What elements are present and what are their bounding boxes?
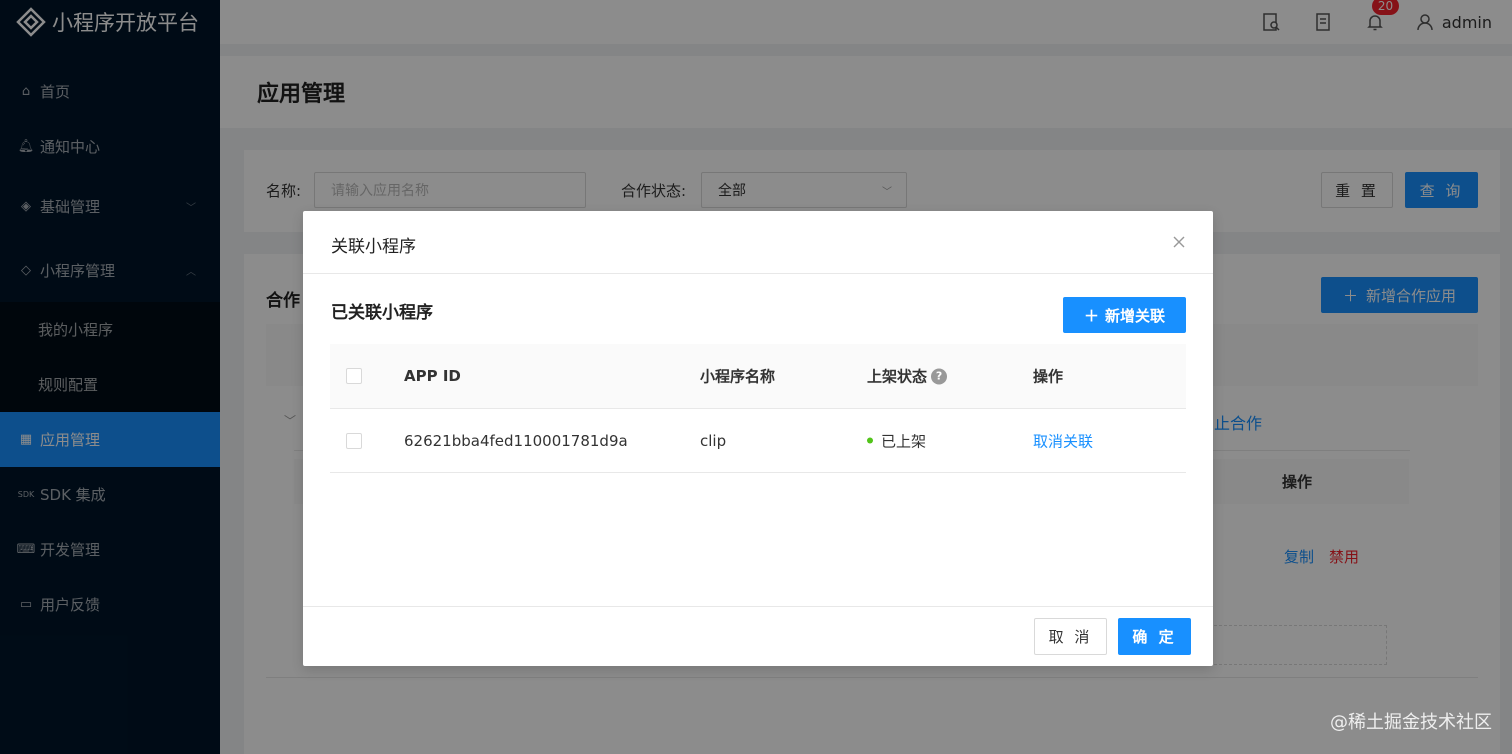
row-checkbox[interactable] [346, 432, 362, 449]
modal-title: 关联小程序 [331, 237, 416, 257]
column-header-name: 小程序名称 [700, 367, 776, 386]
plus-icon: ＋ [1083, 306, 1099, 325]
add-association-button[interactable]: ＋ 新增关联 [1063, 297, 1186, 333]
add-association-label: 新增关联 [1105, 306, 1166, 325]
modal-header: 关联小程序 [303, 211, 1213, 274]
unlink-action[interactable]: 取消关联 [1033, 430, 1093, 451]
modal-body: 已关联小程序 ＋ 新增关联 APP ID 小程序名称 上架状态 ? 操作 626… [303, 274, 1213, 606]
cancel-button[interactable]: 取 消 [1034, 618, 1107, 655]
status-dot [867, 437, 873, 444]
select-all-checkbox[interactable] [346, 368, 362, 384]
close-icon[interactable] [1169, 232, 1189, 252]
column-header-action: 操作 [1033, 367, 1064, 386]
modal-footer: 取 消 确 定 [303, 606, 1213, 666]
status-text: 已上架 [881, 432, 927, 450]
column-header-app-id: APP ID [404, 367, 461, 385]
status-header-label: 上架状态 [867, 367, 928, 386]
question-icon[interactable]: ? [931, 368, 948, 384]
app-id-cell: 62621bba4fed110001781d9a [404, 431, 628, 450]
table-header-row: APP ID 小程序名称 上架状态 ? 操作 [330, 344, 1186, 409]
status-cell: 已上架 [867, 430, 926, 451]
confirm-button[interactable]: 确 定 [1118, 618, 1191, 655]
watermark: @稀土掘金技术社区 [1330, 712, 1492, 733]
associated-table: APP ID 小程序名称 上架状态 ? 操作 62621bba4fed11000… [330, 344, 1186, 473]
associate-miniprogram-modal: 关联小程序 已关联小程序 ＋ 新增关联 APP ID 小程序名称 上架状态 ? … [303, 211, 1213, 666]
name-cell: clip [700, 431, 727, 450]
table-row: 62621bba4fed110001781d9a clip 已上架 取消关联 [330, 409, 1186, 473]
column-header-status: 上架状态 ? [867, 366, 948, 387]
section-title: 已关联小程序 [331, 303, 433, 323]
